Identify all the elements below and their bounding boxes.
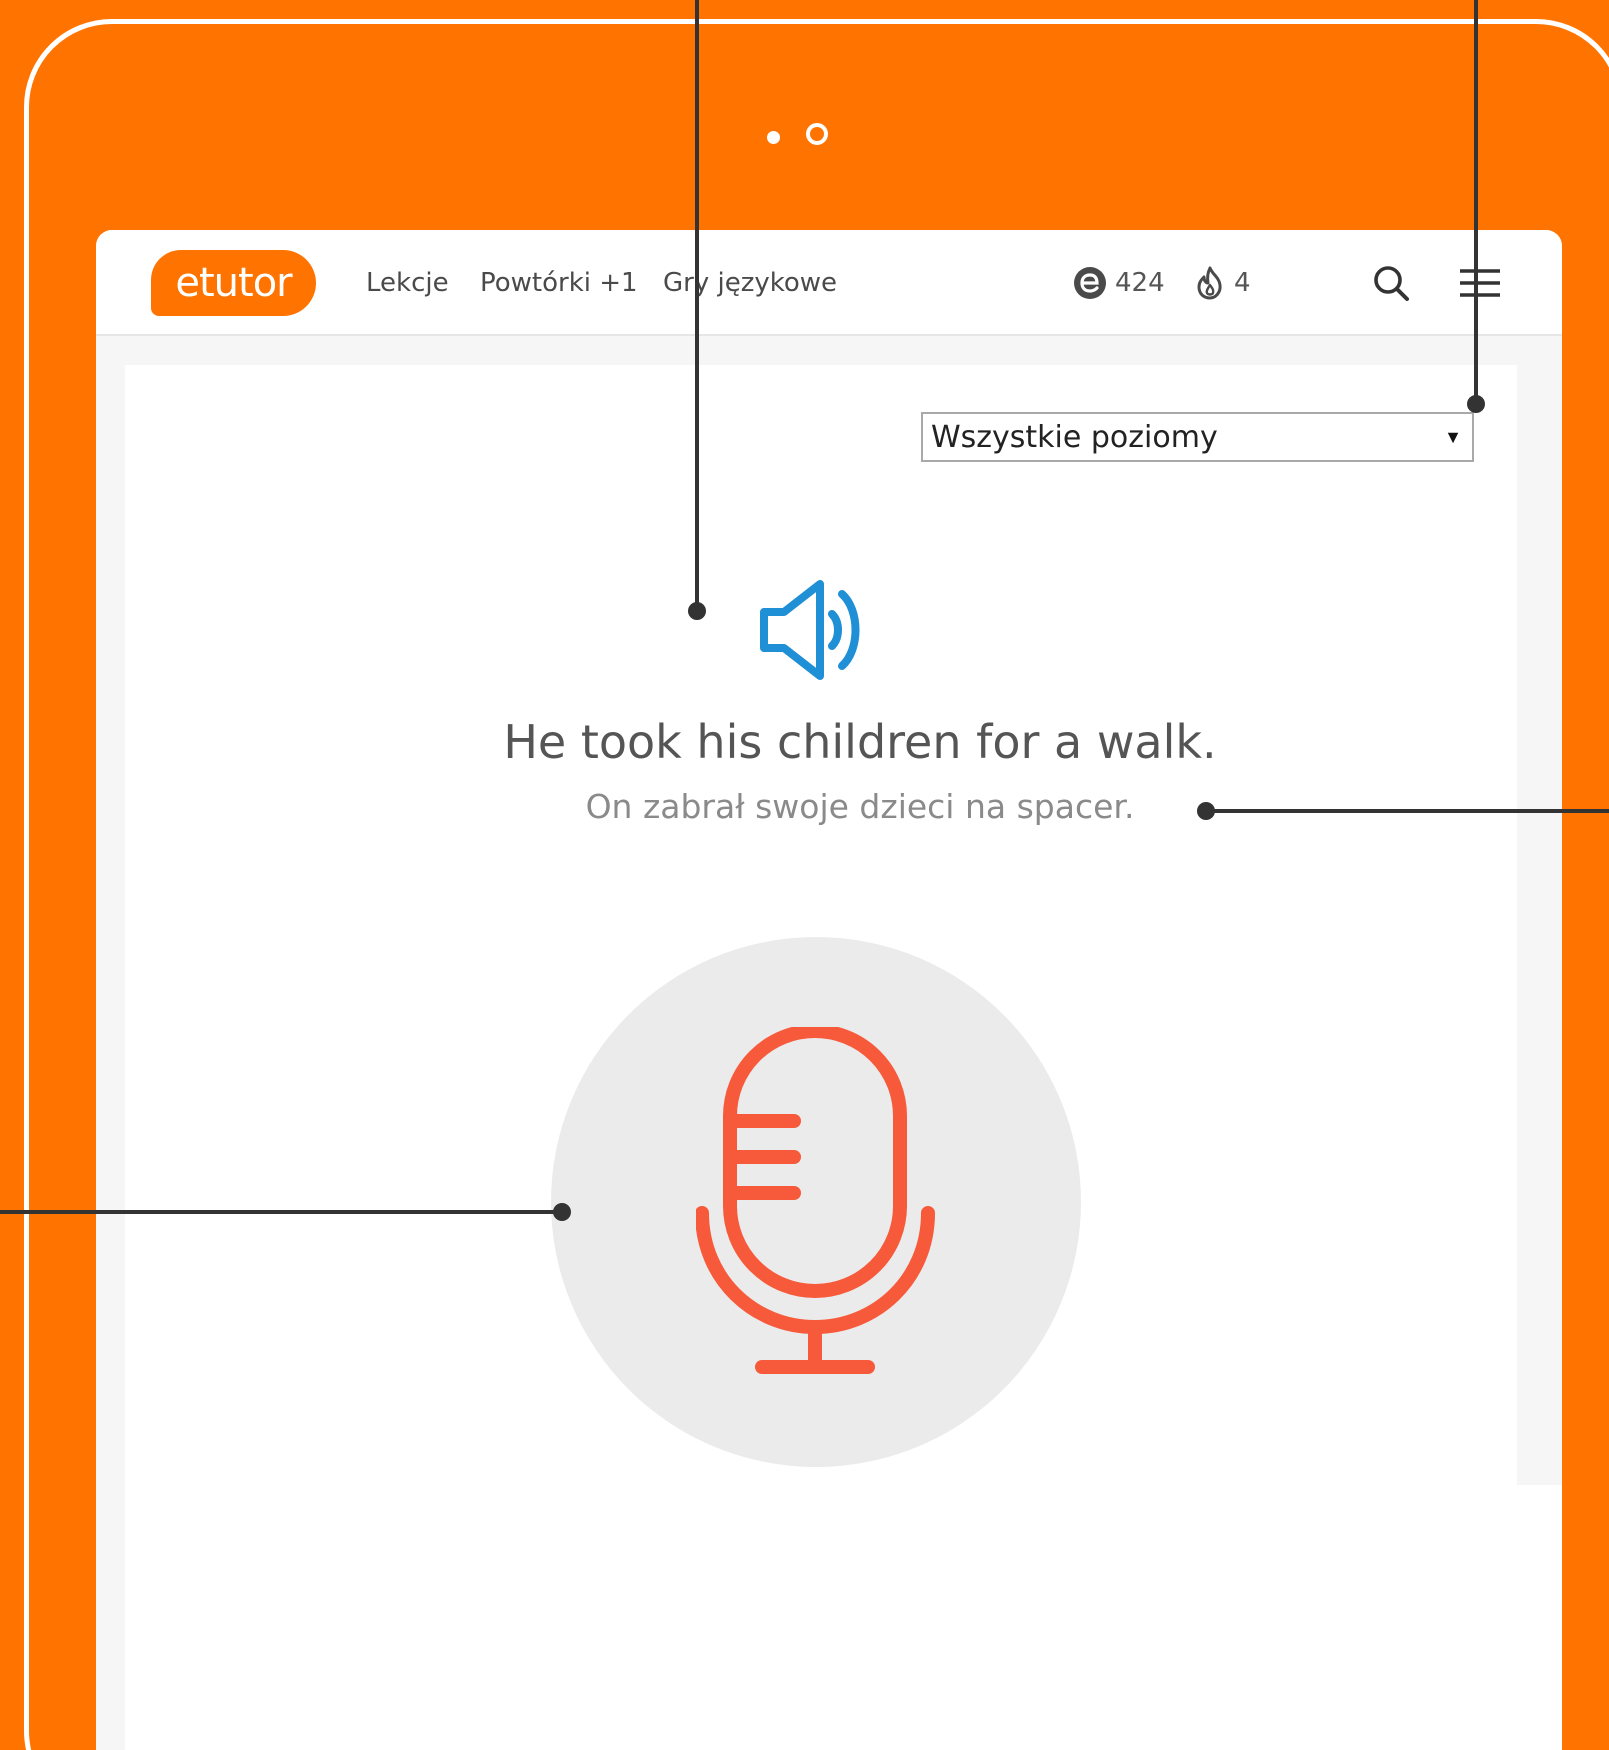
search-button[interactable]	[1368, 260, 1414, 306]
nav-link-gry-jezykowe[interactable]: Gry językowe	[663, 266, 837, 300]
microphone-icon	[696, 1027, 935, 1374]
level-select-value: Wszystkie poziomy	[931, 419, 1218, 455]
tablet-camera	[806, 123, 828, 145]
points-value: 424	[1115, 268, 1165, 298]
search-icon	[1374, 266, 1409, 301]
level-select[interactable]: Wszystkie poziomy ▼	[921, 412, 1474, 462]
etutor-points-icon	[1074, 267, 1106, 299]
tablet-sensor-dot	[767, 131, 780, 144]
speaker-icon	[760, 580, 860, 680]
flame-icon	[1197, 266, 1222, 300]
app-screen: etutor Lekcje Powtórki +1 Gry językowe 4…	[96, 230, 1562, 1750]
page: etutor Lekcje Powtórki +1 Gry językowe 4…	[0, 0, 1609, 1750]
record-button[interactable]	[551, 937, 1081, 1467]
chevron-down-icon: ▼	[1444, 426, 1462, 447]
menu-button[interactable]	[1457, 260, 1503, 306]
etutor-logo[interactable]: etutor	[151, 250, 316, 316]
nav-link-powtorki[interactable]: Powtórki +1	[480, 266, 638, 300]
streak-counter[interactable]: 4	[1194, 266, 1251, 300]
hamburger-menu-icon	[1460, 269, 1500, 297]
sentence-polish: On zabrał swoje dzieci na spacer.	[585, 787, 1135, 826]
streak-value: 4	[1234, 268, 1251, 298]
exercise-panel: Wszystkie poziomy ▼ He took his children…	[125, 365, 1517, 1485]
sentence-english: He took his children for a walk.	[503, 715, 1217, 769]
exercise-panel-lower	[125, 1485, 1562, 1750]
nav-link-lekcje[interactable]: Lekcje	[366, 266, 449, 300]
play-audio-button[interactable]	[754, 575, 874, 685]
points-counter[interactable]: 424	[1073, 266, 1165, 300]
top-navbar: etutor Lekcje Powtórki +1 Gry językowe 4…	[96, 230, 1562, 336]
